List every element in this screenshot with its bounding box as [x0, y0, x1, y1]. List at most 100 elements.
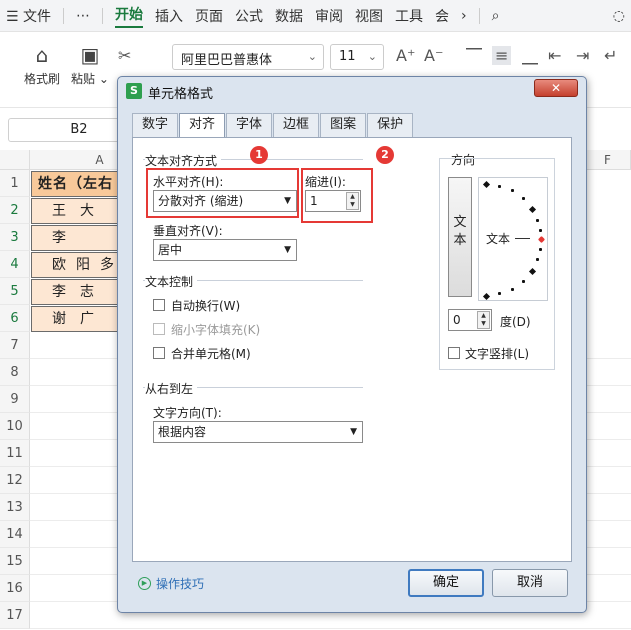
row-header[interactable]: 7	[0, 332, 30, 359]
shrink-to-fit-checkbox[interactable]	[153, 323, 165, 335]
grid-line	[30, 628, 631, 629]
row-header[interactable]: 4	[0, 251, 30, 278]
text-direction-value: 根据内容	[158, 425, 207, 439]
row-header[interactable]: 2	[0, 197, 30, 224]
menu-page[interactable]: 页面	[195, 6, 223, 26]
wrap-text-checkbox[interactable]	[153, 299, 165, 311]
tab-border[interactable]: 边框	[273, 113, 320, 137]
row-header[interactable]: 1	[0, 170, 30, 197]
degree-label: 度(D)	[500, 315, 531, 329]
wrap-icon[interactable]: ↵	[604, 46, 617, 65]
row-header[interactable]: 15	[0, 548, 30, 575]
vertical-text-button[interactable]: 文本	[448, 177, 472, 297]
dial-tick	[511, 288, 514, 291]
row-header[interactable]: 10	[0, 413, 30, 440]
align-bottom-icon[interactable]: ⎽	[522, 46, 538, 66]
step-badge-1: 1	[250, 146, 268, 164]
menu-data[interactable]: 数据	[275, 6, 303, 26]
shrink-to-fit-label: 缩小字体填充(K)	[171, 323, 261, 337]
dial-tick	[498, 292, 501, 295]
dial-tick	[511, 189, 514, 192]
search-icon[interactable]: ⌕	[492, 8, 500, 24]
paste-button[interactable]: ▣ 粘贴 ⌄	[62, 40, 118, 87]
chevron-right-icon[interactable]: ›	[461, 8, 467, 24]
menu-member[interactable]: 会	[435, 6, 449, 26]
tips-link[interactable]: 操作技巧	[156, 575, 204, 592]
menu-more[interactable]: ⋯	[76, 8, 90, 24]
cell-a6[interactable]: 谢广	[31, 306, 121, 332]
row-header[interactable]: 5	[0, 278, 30, 305]
row-header[interactable]: 17	[0, 602, 30, 629]
cancel-button[interactable]: 取消	[492, 569, 568, 597]
vertical-align-select[interactable]: 居中 ▼	[153, 239, 297, 261]
chat-icon[interactable]: ◌	[613, 8, 625, 24]
row-header[interactable]: 12	[0, 467, 30, 494]
cell-a4[interactable]: 欧阳多	[31, 252, 121, 278]
menu-tools[interactable]: 工具	[395, 6, 423, 26]
ok-button[interactable]: 确定	[408, 569, 484, 597]
degree-value: 0	[453, 313, 461, 327]
vertical-text-checkbox[interactable]	[448, 347, 460, 359]
wrap-text-label: 自动换行(W)	[171, 299, 241, 313]
menu-separator	[102, 7, 104, 24]
decrease-font-icon[interactable]: A⁻	[424, 46, 443, 65]
menu-separator	[63, 7, 65, 24]
dial-tick	[522, 197, 525, 200]
tab-font[interactable]: 字体	[226, 113, 273, 137]
indent-decrease-icon[interactable]: ⇤	[548, 46, 561, 65]
dialog-titlebar[interactable]: S 单元格格式 ✕	[118, 77, 586, 105]
tab-protection[interactable]: 保护	[367, 113, 414, 137]
dial-tick	[539, 229, 542, 232]
column-header-f[interactable]: F	[585, 150, 631, 170]
row-header[interactable]: 6	[0, 305, 30, 332]
font-name-select[interactable]: 阿里巴巴普惠体 ⌄	[172, 44, 324, 70]
align-middle-icon[interactable]: ≡	[492, 46, 512, 65]
tab-pattern[interactable]: 图案	[320, 113, 367, 137]
increase-font-icon[interactable]: A⁺	[396, 46, 415, 65]
chevron-down-icon: ⌄	[307, 50, 317, 63]
vertical-text-label: 文字竖排(L)	[465, 347, 530, 361]
close-button[interactable]: ✕	[534, 79, 578, 97]
orientation-dial[interactable]: 文本	[478, 177, 548, 301]
dial-text: 文本	[486, 232, 511, 246]
row-header[interactable]: 3	[0, 224, 30, 251]
indent-increase-icon[interactable]: ⇥	[576, 46, 589, 65]
menu-home[interactable]: 开始	[115, 4, 144, 28]
menu-insert[interactable]: 插入	[155, 6, 183, 26]
menu-file[interactable]: ☰ 文件	[6, 6, 51, 26]
row-header[interactable]: 16	[0, 575, 30, 602]
scissors-icon[interactable]: ✂	[118, 46, 131, 65]
highlight-box-horizontal	[146, 168, 299, 218]
merge-cells-checkbox[interactable]	[153, 347, 165, 359]
degree-spinner[interactable]: 0 ▲ ▼	[448, 309, 492, 331]
tab-alignment[interactable]: 对齐	[179, 113, 226, 139]
dial-tick	[536, 258, 539, 261]
cell-a3[interactable]: 李	[31, 225, 121, 251]
text-align-group-title: 文本对齐方式	[145, 152, 222, 169]
paste-label: 粘贴	[71, 72, 96, 86]
dialog-title: 单元格格式	[148, 87, 214, 102]
dropdown-arrow-icon: ▼	[284, 245, 291, 255]
text-direction-select[interactable]: 根据内容 ▼	[153, 421, 363, 443]
font-size-select[interactable]: 11 ⌄	[330, 44, 384, 70]
menu-review[interactable]: 审阅	[315, 6, 343, 26]
row-header[interactable]: 9	[0, 386, 30, 413]
cell-a5[interactable]: 李志	[31, 279, 121, 305]
row-header[interactable]: 14	[0, 521, 30, 548]
menu-formula[interactable]: 公式	[235, 6, 263, 26]
row-header[interactable]: 11	[0, 440, 30, 467]
row-header[interactable]: 13	[0, 494, 30, 521]
dial-marker	[528, 205, 537, 214]
merge-cells-label: 合并单元格(M)	[171, 347, 251, 361]
menu-bar: ☰ 文件 ⋯ 开始 插入 页面 公式 数据 审阅 视图 工具 会 › ⌕ ◌	[0, 0, 631, 32]
menu-view[interactable]: 视图	[355, 6, 383, 26]
cell-a1[interactable]: 姓名（左右	[31, 171, 121, 197]
font-size-value: 11	[339, 49, 356, 64]
align-top-icon[interactable]: ⎺	[466, 46, 482, 66]
tab-number[interactable]: 数字	[132, 113, 179, 137]
select-all-corner[interactable]	[0, 150, 30, 170]
spinner-arrows-icon[interactable]: ▲ ▼	[477, 311, 490, 329]
cell-a2[interactable]: 王大	[31, 198, 121, 224]
play-icon[interactable]: ▶	[138, 577, 151, 590]
row-header[interactable]: 8	[0, 359, 30, 386]
